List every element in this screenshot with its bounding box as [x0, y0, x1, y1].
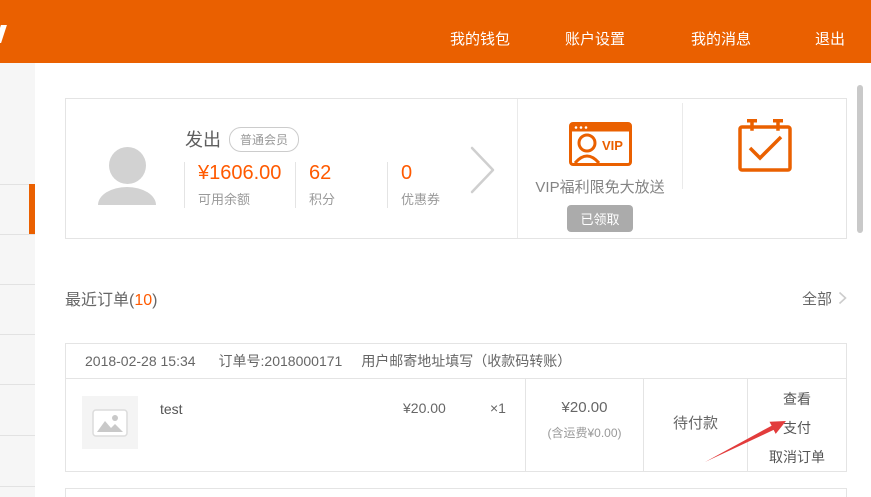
sidebar-active-item-marker[interactable] [29, 184, 35, 234]
order-number: 订单号:2018000171 [219, 351, 343, 371]
sidebar-divider [0, 284, 35, 285]
orders-title-close: ) [152, 292, 157, 309]
sidebar-divider [0, 334, 35, 335]
next-order-block-fragment [65, 488, 847, 497]
nav-account-settings[interactable]: 账户设置 [565, 28, 625, 49]
order-block: 2018-02-28 15:34 订单号:2018000171 用户邮寄地址填写… [65, 343, 847, 472]
coupons-value: 0 [401, 162, 477, 185]
claimed-badge[interactable]: 已领取 [567, 205, 632, 232]
left-sidebar [0, 63, 35, 497]
product-thumbnail[interactable] [82, 396, 138, 449]
order-header-row: 2018-02-28 15:34 订单号:2018000171 用户邮寄地址填写… [66, 344, 846, 379]
image-placeholder-icon [92, 409, 128, 437]
profile-chevron-right-icon[interactable] [470, 145, 496, 195]
orders-title-text: 最近订单( [65, 292, 134, 309]
nav-logout[interactable]: 退出 [815, 28, 845, 49]
action-cancel-order[interactable]: 取消订单 [748, 443, 846, 472]
vip-window-icon: VIP [569, 122, 632, 166]
product-quantity: ×1 [490, 400, 506, 416]
vip-icon-text: VIP [602, 138, 623, 153]
product-unit-price: ¥20.00 [403, 400, 446, 416]
product-name[interactable]: test [160, 401, 183, 417]
shipping-note: (含运费¥0.00) [526, 424, 643, 441]
order-total: ¥20.00 [526, 399, 643, 416]
top-header: 我的钱包 账户设置 我的消息 退出 [0, 0, 871, 63]
calendar-check-icon [738, 118, 792, 173]
coupons-label: 优惠券 [401, 189, 477, 208]
scrollbar-thumb[interactable] [857, 85, 863, 233]
profile-card: 发出 普通会员 ¥1606.00 可用余额 62 积分 0 优惠券 VIP VI… [65, 98, 847, 239]
avatar-head-icon [109, 147, 146, 184]
sidebar-divider [0, 384, 35, 385]
coupons-stat: 0 优惠券 [387, 162, 477, 208]
order-actions-cell: 查看 支付 取消订单 [747, 379, 846, 471]
vip-promo-title: VIP福利限免大放送 [535, 176, 664, 197]
logo-fragment-icon [0, 25, 7, 43]
view-all-label: 全部 [802, 288, 832, 309]
order-body-row: test ¥20.00 ×1 ¥20.00 (含运费¥0.00) 待付款 查看 … [66, 379, 846, 471]
balance-label: 可用余额 [198, 189, 295, 208]
order-subtotal-cell: ¥20.00 (含运费¥0.00) [525, 379, 643, 471]
order-datetime: 2018-02-28 15:34 [85, 353, 196, 369]
member-level-badge: 普通会员 [229, 127, 299, 152]
order-status-cell: 待付款 [643, 379, 747, 471]
nav-my-messages[interactable]: 我的消息 [691, 28, 751, 49]
balance-stat: ¥1606.00 可用余额 [184, 162, 295, 208]
sign-in-calendar[interactable] [683, 99, 846, 238]
account-stats: ¥1606.00 可用余额 62 积分 0 优惠券 [184, 162, 477, 208]
vip-promo[interactable]: VIP VIP福利限免大放送 已领取 [518, 99, 682, 238]
order-note: 用户邮寄地址填写（收款码转账） [361, 351, 571, 371]
action-view-order[interactable]: 查看 [748, 385, 846, 414]
sidebar-divider [0, 486, 35, 487]
order-status: 待付款 [673, 415, 718, 432]
recent-orders-header: 最近订单(10) 全部 [65, 286, 847, 310]
points-label: 积分 [309, 189, 387, 208]
points-stat: 62 积分 [295, 162, 387, 208]
nav-my-wallet[interactable]: 我的钱包 [450, 28, 510, 49]
avatar [98, 145, 156, 205]
orders-count: 10 [134, 292, 152, 309]
recent-orders-title: 最近订单(10) [65, 286, 157, 310]
view-all-orders-link[interactable]: 全部 [802, 288, 847, 309]
chevron-right-icon [838, 291, 847, 305]
balance-value: ¥1606.00 [198, 162, 286, 185]
points-value: 62 [309, 162, 387, 185]
sidebar-divider [0, 435, 35, 436]
username: 发出 [185, 126, 221, 152]
order-product-cell: test ¥20.00 ×1 [66, 379, 525, 471]
avatar-shoulders-icon [98, 187, 156, 205]
sidebar-divider [0, 234, 35, 235]
action-pay-order[interactable]: 支付 [748, 414, 846, 443]
